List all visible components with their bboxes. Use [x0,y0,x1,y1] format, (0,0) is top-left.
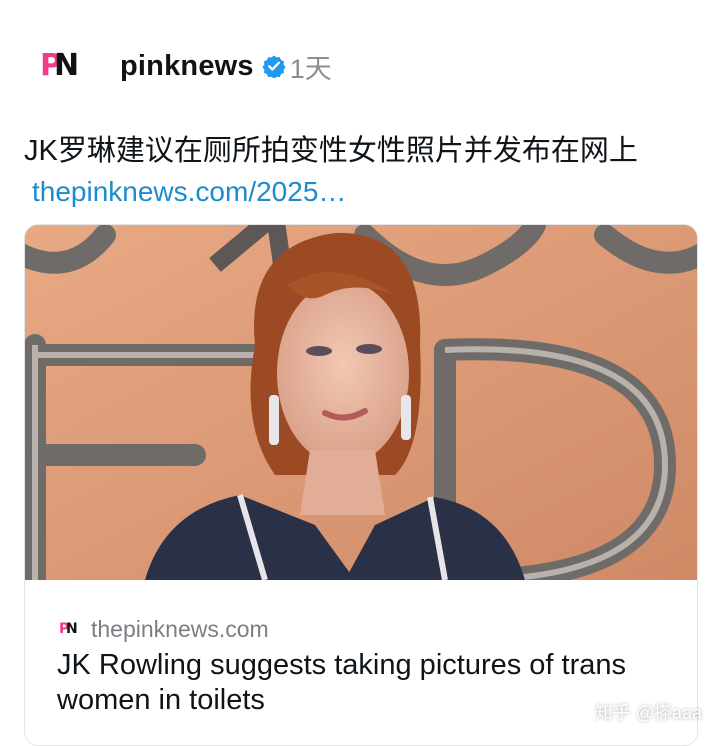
source-favicon-icon: P N [59,620,79,637]
logo-letter-n: N [54,48,80,83]
link-preview-card[interactable]: P N thepinknews.com JK Rowling suggests … [24,224,698,746]
card-image[interactable] [25,225,697,580]
watermark: 知乎 @搽aaa [594,703,702,723]
card-title[interactable]: JK Rowling suggests taking pictures of t… [57,648,687,718]
post-age: 1天 [289,53,332,84]
post-link[interactable]: thepinknews.com/2025… [32,172,346,212]
verified-badge-icon [262,54,286,79]
account-name[interactable]: pinknews [120,50,254,83]
card-source: P N thepinknews.com [59,616,269,643]
post-text: JK罗琳建议在厕所拍变性女性照片并发布在网上 [24,135,638,167]
post-header: P N pinknews 1天 [40,42,332,90]
article-photo [25,225,697,580]
favicon-letter-n: N [66,620,78,637]
card-domain: thepinknews.com [91,616,269,642]
pinknews-avatar[interactable]: P N [40,50,82,82]
